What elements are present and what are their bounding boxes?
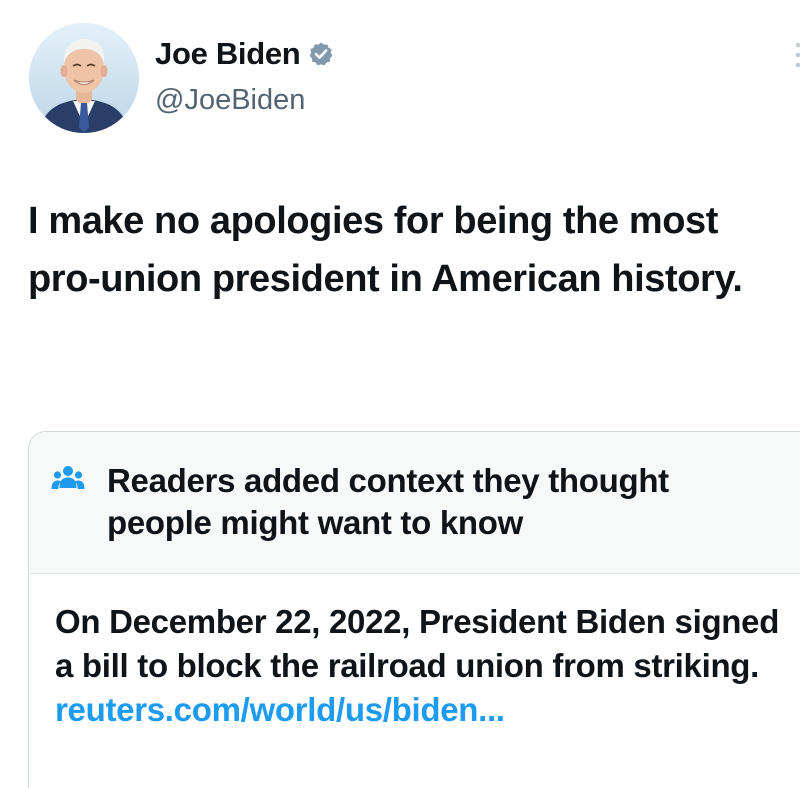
source-link[interactable]: reuters.com/world/us/biden... [55,688,785,732]
community-note-title: Readers added context they thought peopl… [107,462,669,541]
avatar[interactable] [29,23,139,133]
more-options-icon[interactable] [792,40,800,70]
community-note-header: Readers added context they thought peopl… [29,432,800,574]
tweet-page: Joe Biden @JoeBiden I make no apologies … [0,0,800,788]
profile-photo-icon [29,23,139,133]
author-name-row[interactable]: Joe Biden [155,36,334,72]
author-display-name[interactable]: Joe Biden [155,36,301,72]
community-note-text: On December 22, 2022, President Biden si… [55,603,780,684]
community-note-card: Readers added context they thought peopl… [28,431,800,788]
tweet-text: I make no apologies for being the most p… [28,200,743,300]
people-icon [51,466,85,489]
community-note-body: On December 22, 2022, President Biden si… [55,600,785,732]
verified-badge-icon [308,41,334,67]
author-handle[interactable]: @JoeBiden [155,84,305,117]
